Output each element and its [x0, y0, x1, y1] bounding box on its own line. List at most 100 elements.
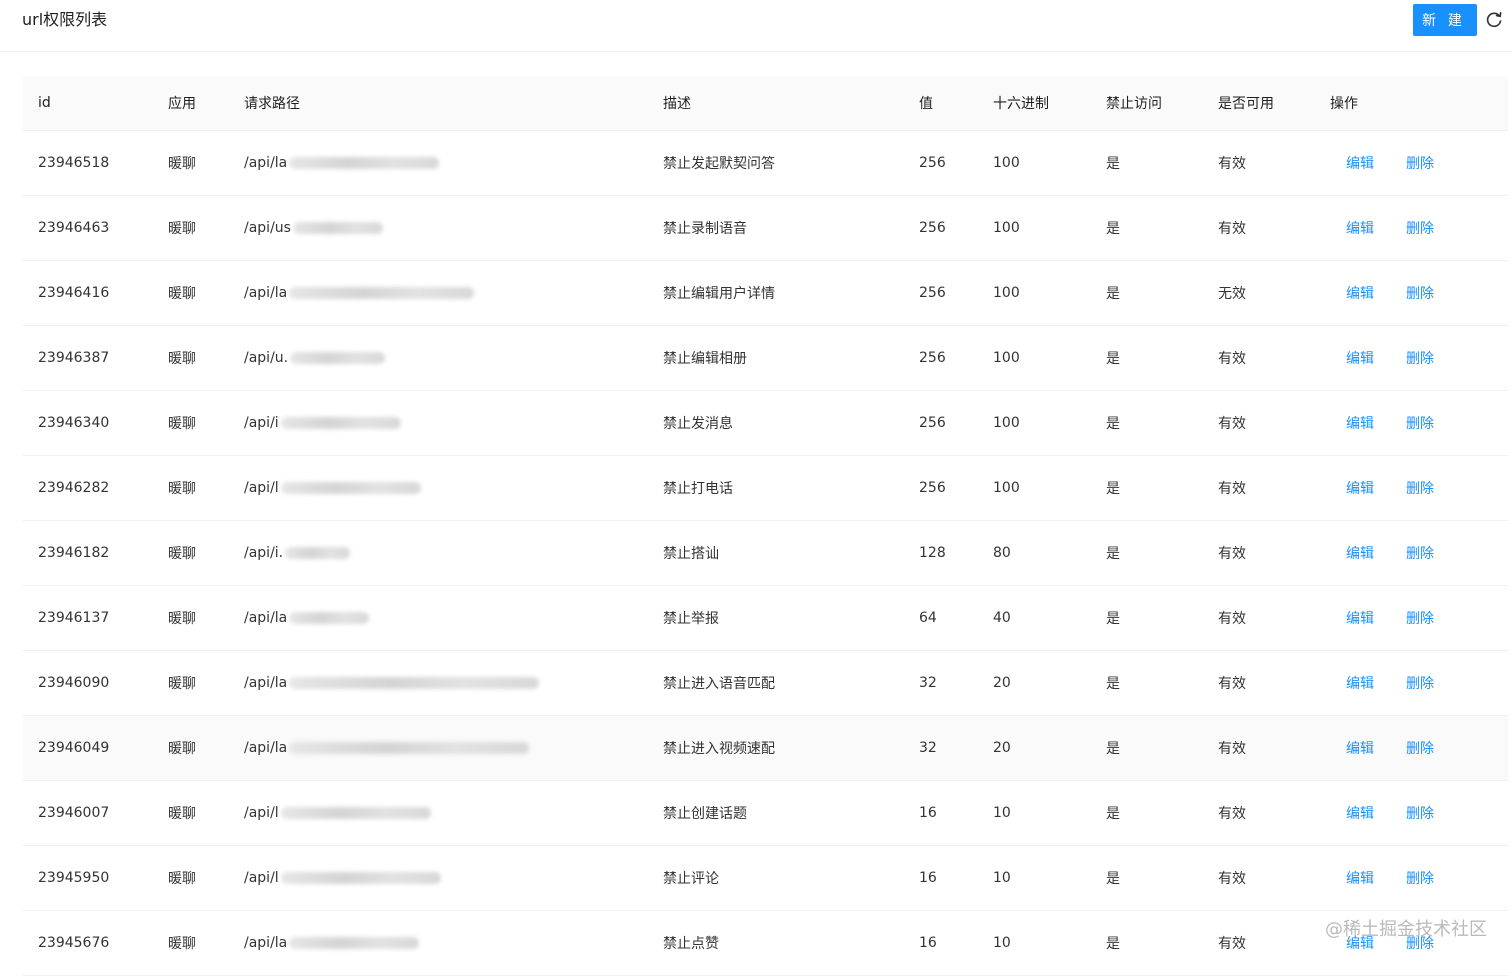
column-header-hex: 十六进制 [993, 96, 1049, 112]
cell-id: 23946518 [38, 155, 110, 171]
cell-available: 有效 [1218, 156, 1246, 172]
edit-link[interactable]: 编辑 [1346, 846, 1374, 910]
cell-available: 有效 [1218, 936, 1246, 952]
table-row: 23946282 暖聊/api/l 禁止打电话 256 100 是 有效 编辑 删除 [23, 456, 1508, 521]
cell-path: /api/la [244, 261, 475, 325]
column-header-id: id [38, 95, 51, 111]
cell-path: /api/la [244, 651, 540, 715]
cell-description: 禁止点赞 [663, 936, 719, 952]
table-row: 23946007 暖聊/api/l 禁止创建话题 16 10 是 有效 编辑 删除 [23, 781, 1508, 846]
column-header-actions: 操作 [1330, 96, 1358, 112]
cell-available: 有效 [1218, 546, 1246, 562]
cell-app: 暖聊 [168, 936, 196, 952]
cell-hex: 80 [993, 545, 1011, 561]
delete-link[interactable]: 删除 [1406, 456, 1434, 520]
edit-link[interactable]: 编辑 [1346, 456, 1374, 520]
cell-app: 暖聊 [168, 676, 196, 692]
cell-available: 有效 [1218, 416, 1246, 432]
table-row: 23945950 暖聊/api/l 禁止评论 16 10 是 有效 编辑 删除 [23, 846, 1508, 911]
edit-link[interactable]: 编辑 [1346, 586, 1374, 650]
cell-app: 暖聊 [168, 156, 196, 172]
delete-link[interactable]: 删除 [1406, 391, 1434, 455]
table-row: 23946137 暖聊/api/la 禁止举报 64 40 是 有效 编辑 删除 [23, 586, 1508, 651]
redacted-path [289, 677, 540, 689]
cell-path-text: /api/i [244, 415, 279, 431]
cell-available: 有效 [1218, 676, 1246, 692]
cell-hex: 100 [993, 415, 1020, 431]
edit-link[interactable]: 编辑 [1346, 651, 1374, 715]
cell-id: 23946387 [38, 350, 110, 366]
cell-value: 256 [919, 480, 946, 496]
edit-link[interactable]: 编辑 [1346, 781, 1374, 845]
cell-path: /api/i. [244, 521, 351, 585]
new-button[interactable]: 新 建 [1413, 4, 1477, 36]
cell-app: 暖聊 [168, 351, 196, 367]
cell-hex: 20 [993, 675, 1011, 691]
delete-link[interactable]: 删除 [1406, 261, 1434, 325]
cell-forbid: 是 [1106, 676, 1120, 692]
cell-path-text: /api/l [244, 870, 279, 886]
cell-value: 256 [919, 350, 946, 366]
edit-link[interactable]: 编辑 [1346, 131, 1374, 195]
refresh-icon[interactable] [1484, 10, 1504, 30]
redacted-path [280, 482, 421, 494]
cell-hex: 10 [993, 805, 1011, 821]
delete-link[interactable]: 删除 [1406, 196, 1434, 260]
redacted-path [285, 547, 351, 559]
delete-link[interactable]: 删除 [1406, 716, 1434, 780]
cell-description: 禁止编辑用户详情 [663, 286, 775, 302]
redacted-path [289, 937, 420, 949]
redacted-path [290, 352, 386, 364]
cell-description: 禁止发起默契问答 [663, 156, 775, 172]
cell-id: 23946007 [38, 805, 110, 821]
delete-link[interactable]: 删除 [1406, 131, 1434, 195]
edit-link[interactable]: 编辑 [1346, 261, 1374, 325]
delete-link[interactable]: 删除 [1406, 781, 1434, 845]
cell-description: 禁止搭讪 [663, 546, 719, 562]
edit-link[interactable]: 编辑 [1346, 326, 1374, 390]
delete-link[interactable]: 删除 [1406, 651, 1434, 715]
cell-forbid: 是 [1106, 351, 1120, 367]
cell-path: /api/us [244, 196, 383, 260]
cell-app: 暖聊 [168, 806, 196, 822]
cell-description: 禁止编辑相册 [663, 351, 747, 367]
cell-path-text: /api/la [244, 285, 288, 301]
cell-hex: 10 [993, 935, 1011, 951]
cell-id: 23946137 [38, 610, 110, 626]
cell-path: /api/la [244, 911, 420, 975]
cell-id: 23946090 [38, 675, 110, 691]
cell-id: 23946416 [38, 285, 110, 301]
cell-path-text: /api/la [244, 155, 288, 171]
cell-description: 禁止创建话题 [663, 806, 747, 822]
delete-link[interactable]: 删除 [1406, 326, 1434, 390]
delete-link[interactable]: 删除 [1406, 521, 1434, 585]
edit-link[interactable]: 编辑 [1346, 391, 1374, 455]
cell-id: 23946463 [38, 220, 110, 236]
delete-link[interactable]: 删除 [1406, 586, 1434, 650]
page-title: url权限列表 [22, 10, 108, 29]
table-row: 23946049 暖聊/api/la 禁止进入视频速配 32 20 是 有效 编辑 删除 [23, 716, 1508, 781]
cell-path-text: /api/us [244, 220, 291, 236]
edit-link[interactable]: 编辑 [1346, 196, 1374, 260]
cell-value: 256 [919, 155, 946, 171]
cell-hex: 100 [993, 285, 1020, 301]
redacted-path [280, 807, 431, 819]
cell-forbid: 是 [1106, 481, 1120, 497]
cell-path-text: /api/la [244, 935, 288, 951]
cell-path-text: /api/l [244, 805, 279, 821]
delete-link[interactable]: 删除 [1406, 846, 1434, 910]
cell-description: 禁止打电话 [663, 481, 733, 497]
edit-link[interactable]: 编辑 [1346, 521, 1374, 585]
cell-path: /api/la [244, 131, 440, 195]
cell-description: 禁止录制语音 [663, 221, 747, 237]
table-row: 23946416 暖聊/api/la 禁止编辑用户详情 256 100 是 无效 编辑 删除 [23, 261, 1508, 326]
cell-app: 暖聊 [168, 221, 196, 237]
cell-value: 256 [919, 220, 946, 236]
redacted-path [289, 612, 370, 624]
edit-link[interactable]: 编辑 [1346, 716, 1374, 780]
cell-path-text: /api/l [244, 480, 279, 496]
cell-path: /api/l [244, 846, 441, 910]
cell-id: 23946282 [38, 480, 110, 496]
cell-forbid: 是 [1106, 156, 1120, 172]
cell-available: 有效 [1218, 741, 1246, 757]
